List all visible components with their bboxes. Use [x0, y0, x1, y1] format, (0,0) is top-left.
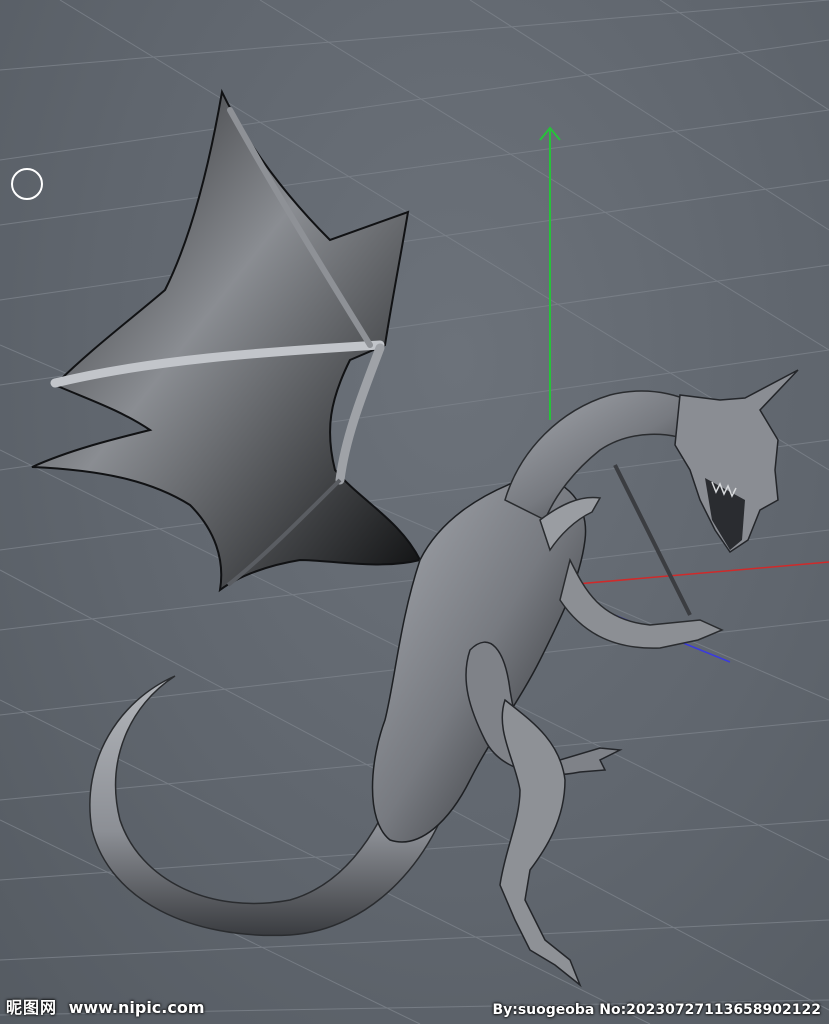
x-axis — [564, 561, 829, 586]
watermark-credit: By:suogeoba No:20230727113658902122 — [492, 1002, 821, 1018]
watermark-left: 昵图网 www.nipic.com — [6, 994, 205, 1018]
dragon-leg — [499, 698, 582, 988]
dragon-model[interactable] — [31, 88, 799, 988]
viewport-scene[interactable] — [0, 0, 829, 1024]
circle-cursor-icon — [11, 168, 43, 200]
3d-viewport[interactable]: 昵图网 www.nipic.com By:suogeoba No:2023072… — [0, 0, 829, 1024]
staff — [613, 464, 692, 616]
watermark-site: www.nipic.com — [68, 998, 205, 1017]
watermark-logo: 昵图网 — [6, 998, 58, 1017]
dragon-wing — [31, 88, 422, 593]
